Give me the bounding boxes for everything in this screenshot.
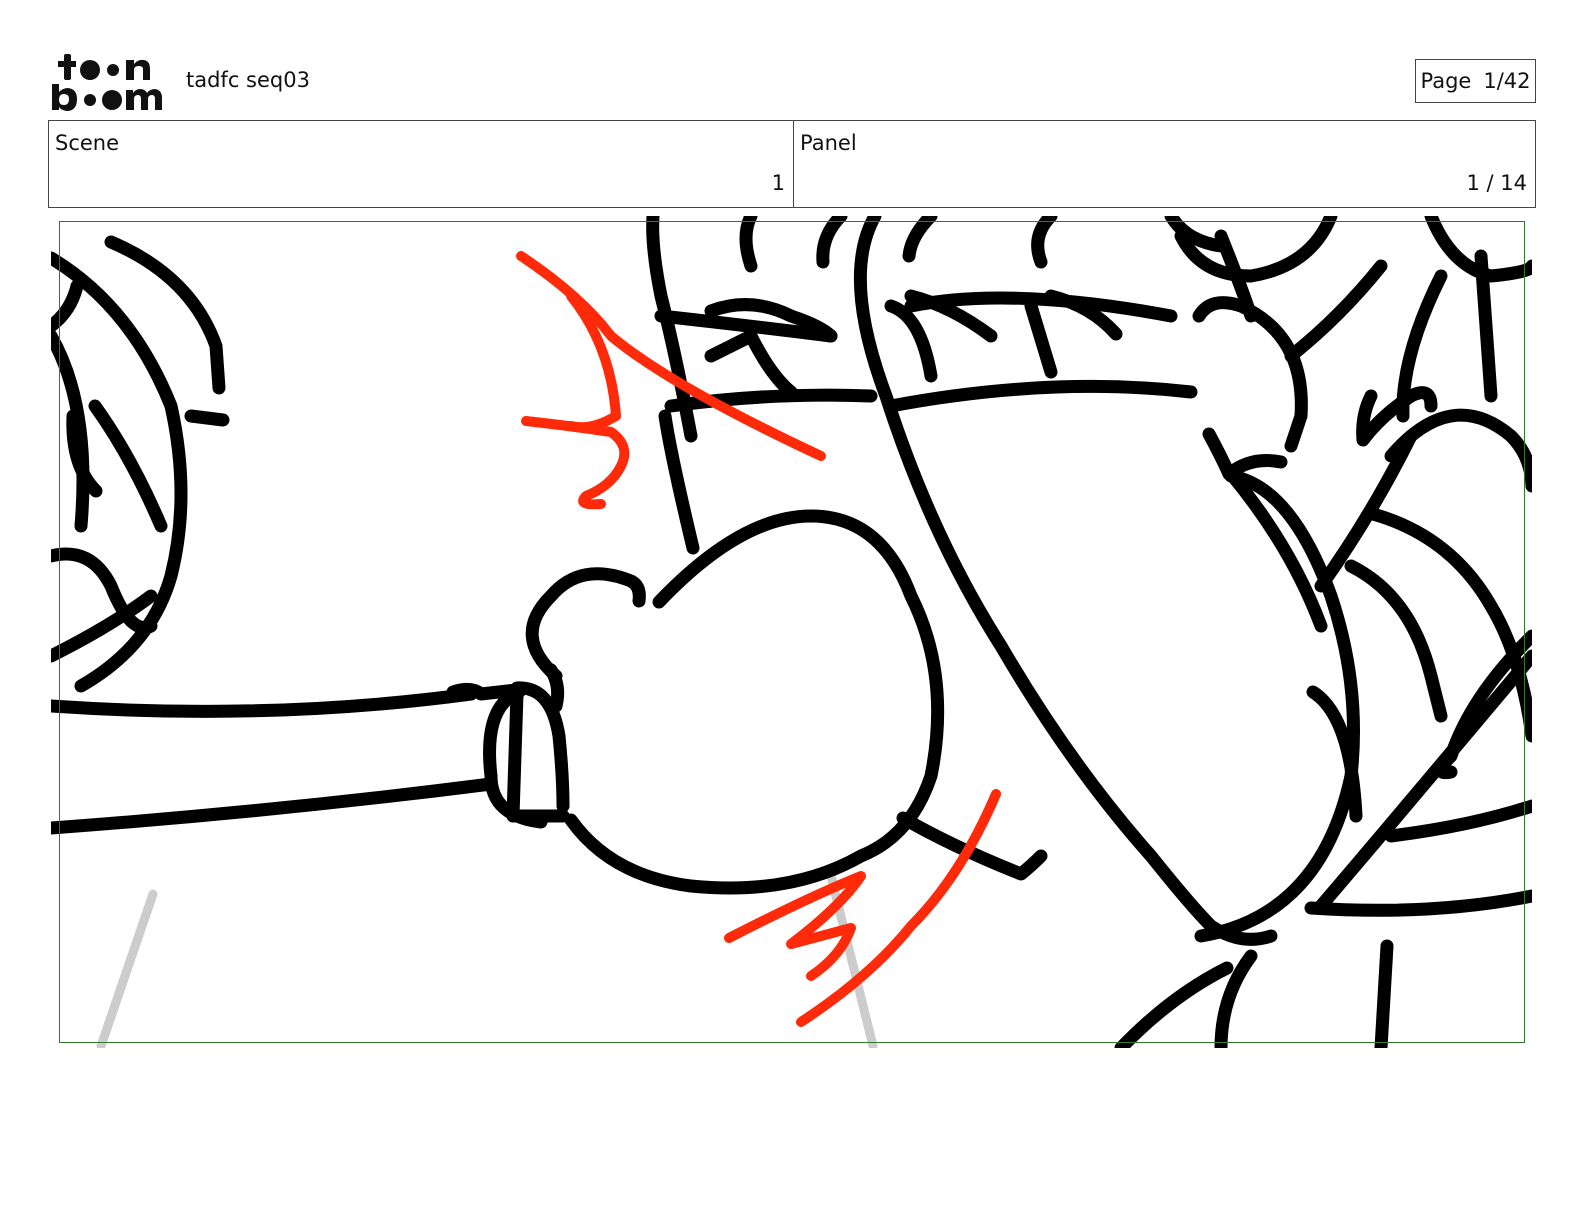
toon-boom-logo bbox=[52, 54, 162, 111]
panel-number: 1 / 14 bbox=[1466, 171, 1527, 195]
scene-panel-table: Scene 1 Panel 1 / 14 bbox=[48, 120, 1536, 208]
guide-lines bbox=[96, 871, 878, 1048]
ink-lines bbox=[51, 216, 1532, 1048]
page-indicator: Page 1/42 bbox=[1415, 59, 1536, 103]
page-label: Page bbox=[1420, 69, 1472, 93]
panel-cell: Panel 1 / 14 bbox=[794, 121, 1535, 207]
scene-number: 1 bbox=[771, 171, 785, 195]
storyboard-drawing bbox=[51, 216, 1532, 1048]
page-number: 1/42 bbox=[1483, 69, 1531, 93]
panel-label: Panel bbox=[800, 131, 857, 155]
scene-cell: Scene 1 bbox=[49, 121, 794, 207]
scene-label: Scene bbox=[55, 131, 120, 155]
project-title: tadfc seq03 bbox=[186, 68, 310, 92]
